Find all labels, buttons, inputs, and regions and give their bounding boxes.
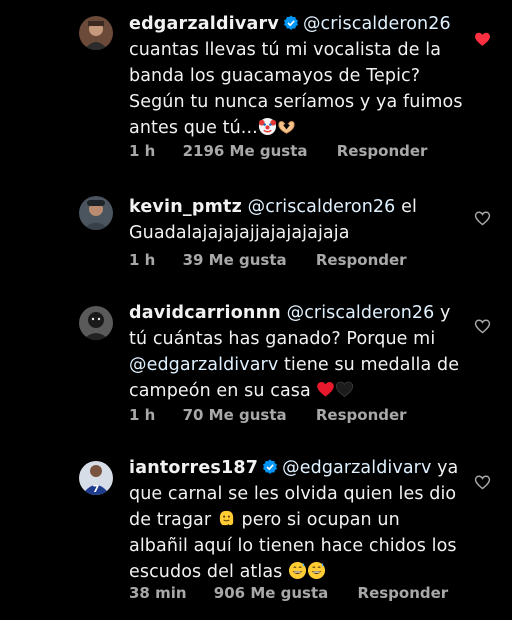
comment-time: 1 h bbox=[129, 251, 156, 269]
comment-meta: 1 h 2196 Me gusta Responder bbox=[129, 142, 427, 160]
comment-text: kevin_pmtz @criscalderon26 el Guadalajaj… bbox=[129, 194, 464, 246]
comment-mention[interactable]: @edgarzaldivarv bbox=[282, 458, 431, 478]
reply-button[interactable]: Responder bbox=[316, 406, 407, 424]
comment-likes[interactable]: 906 Me gusta bbox=[214, 584, 329, 602]
reply-button[interactable]: Responder bbox=[337, 142, 428, 160]
comment-time: 38 min bbox=[129, 584, 187, 602]
avatar[interactable]: 7 bbox=[79, 461, 113, 495]
comment-mention[interactable]: @edgarzaldivarv bbox=[129, 355, 278, 375]
grinning-sweat-icon bbox=[308, 561, 326, 580]
comment-time: 1 h bbox=[129, 406, 156, 424]
avatar[interactable] bbox=[79, 16, 113, 50]
red-heart-icon bbox=[317, 381, 335, 397]
comment-likes[interactable]: 2196 Me gusta bbox=[183, 142, 308, 160]
grinning-sweat-icon bbox=[289, 561, 307, 580]
comment-text: iantorres187 @edgarzaldivarv ya que carna… bbox=[129, 455, 464, 585]
avatar[interactable] bbox=[79, 306, 113, 340]
verified-badge-icon bbox=[263, 459, 278, 474]
comment-meta: 1 h 39 Me gusta Responder bbox=[129, 251, 407, 269]
comment-time: 1 h bbox=[129, 142, 156, 160]
clown-face-icon bbox=[258, 117, 276, 136]
comment-username[interactable]: kevin_pmtz bbox=[129, 197, 242, 217]
heart-hands-icon bbox=[278, 121, 295, 134]
comment-mention[interactable]: @criscalderon26 bbox=[303, 14, 451, 34]
heart-outline-icon[interactable] bbox=[474, 474, 491, 491]
comment-text: davidcarrionnn @criscalderon26 y tú cuán… bbox=[129, 300, 464, 404]
svg-text:7: 7 bbox=[93, 484, 100, 495]
heart-outline-icon[interactable] bbox=[474, 210, 491, 227]
black-heart-icon bbox=[336, 381, 354, 398]
verified-badge-icon bbox=[283, 15, 298, 30]
comment-meta: 38 min 906 Me gusta Responder bbox=[129, 584, 448, 602]
comment-meta: 1 h 70 Me gusta Responder bbox=[129, 406, 407, 424]
avatar[interactable] bbox=[79, 196, 113, 230]
heart-filled-icon[interactable] bbox=[474, 31, 491, 48]
reply-button[interactable]: Responder bbox=[358, 584, 449, 602]
heart-outline-icon[interactable] bbox=[474, 318, 491, 335]
comment-mention[interactable]: @criscalderon26 bbox=[248, 197, 396, 217]
comment-likes[interactable]: 39 Me gusta bbox=[183, 251, 287, 269]
comment-mention[interactable]: @criscalderon26 bbox=[287, 303, 435, 323]
comment-likes[interactable]: 70 Me gusta bbox=[183, 406, 287, 424]
comment-username[interactable]: davidcarrionnn bbox=[129, 303, 281, 323]
reply-button[interactable]: Responder bbox=[316, 251, 407, 269]
comment-text: edgarzaldivarv @criscalderon26 cuantas ll… bbox=[129, 11, 464, 141]
comment-username[interactable]: edgarzaldivarv bbox=[129, 14, 279, 34]
comment-username[interactable]: iantorres187 bbox=[129, 458, 258, 478]
melting-face-icon bbox=[219, 510, 233, 526]
